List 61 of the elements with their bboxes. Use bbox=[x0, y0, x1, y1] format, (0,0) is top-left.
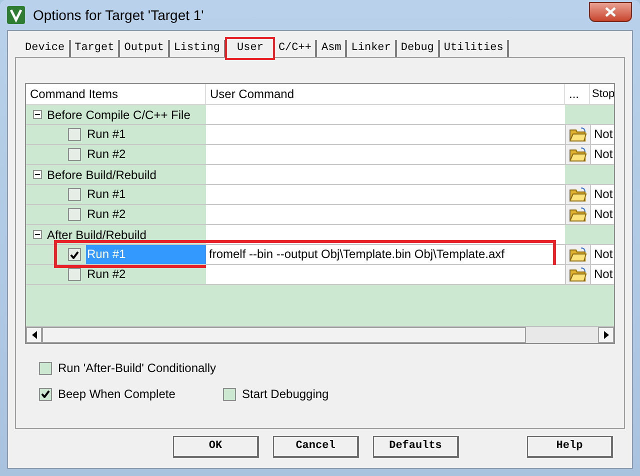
row-label[interactable]: Run #1 bbox=[86, 185, 206, 204]
scroll-left-icon[interactable] bbox=[26, 327, 42, 343]
checkbox[interactable] bbox=[68, 128, 81, 141]
dialog-button[interactable]: OK bbox=[173, 436, 259, 458]
window-title: Options for Target 'Target 1' bbox=[33, 6, 204, 25]
checkbox-label: Start Debugging bbox=[242, 386, 329, 403]
dialog-button[interactable]: Defaults bbox=[373, 436, 459, 458]
checkbox[interactable] bbox=[68, 148, 81, 161]
group-label: Before Build/Rebuild bbox=[47, 166, 156, 184]
collapse-icon[interactable] bbox=[33, 230, 42, 239]
app-logo-icon bbox=[7, 6, 25, 24]
column-header[interactable]: Stop bbox=[590, 84, 614, 104]
close-button[interactable] bbox=[589, 2, 632, 22]
command-cell[interactable] bbox=[206, 265, 565, 284]
folder-icon[interactable] bbox=[569, 207, 587, 222]
dialog-button[interactable]: Help bbox=[527, 436, 613, 458]
checkbox[interactable] bbox=[68, 188, 81, 201]
dialog-button[interactable]: Cancel bbox=[273, 436, 359, 458]
close-icon bbox=[605, 7, 616, 17]
group-label: After Build/Rebuild bbox=[47, 226, 146, 244]
command-cell[interactable] bbox=[206, 145, 565, 164]
row-label[interactable]: Run #1 bbox=[86, 125, 206, 144]
checkbox[interactable] bbox=[68, 208, 81, 221]
command-cell[interactable] bbox=[206, 105, 565, 124]
column-header[interactable]: ... bbox=[565, 84, 590, 104]
collapse-icon[interactable] bbox=[33, 110, 42, 119]
command-cell[interactable] bbox=[206, 185, 565, 204]
highlight-frame bbox=[225, 37, 276, 60]
scrollbar-thumb[interactable] bbox=[42, 327, 526, 343]
row-label[interactable]: Run #2 bbox=[86, 205, 206, 224]
checkbox[interactable] bbox=[39, 362, 52, 374]
group-label: Before Compile C/C++ File bbox=[47, 106, 190, 124]
checkbox[interactable] bbox=[68, 248, 81, 261]
stop-cell[interactable]: Not bbox=[590, 245, 614, 264]
checkbox[interactable] bbox=[223, 388, 236, 400]
command-cell[interactable]: fromelf --bin --output Obj\Template.bin Obj\Template.axf bbox=[206, 245, 565, 264]
horizontal-scrollbar[interactable] bbox=[26, 326, 614, 343]
folder-icon[interactable] bbox=[569, 127, 587, 142]
folder-icon[interactable] bbox=[569, 187, 587, 202]
stop-cell[interactable]: Not bbox=[590, 145, 614, 164]
folder-icon[interactable] bbox=[569, 147, 587, 162]
command-cell[interactable] bbox=[206, 205, 565, 224]
tab[interactable]: User bbox=[226, 38, 274, 58]
column-header[interactable]: Command Items bbox=[26, 84, 206, 104]
checkbox[interactable] bbox=[68, 268, 81, 281]
checkbox-label: Run 'After-Build' Conditionally bbox=[58, 360, 216, 377]
command-cell[interactable] bbox=[206, 125, 565, 144]
stop-cell[interactable]: Not bbox=[590, 265, 614, 284]
column-header[interactable]: User Command bbox=[206, 84, 565, 104]
scroll-right-icon[interactable] bbox=[598, 327, 614, 343]
collapse-icon[interactable] bbox=[33, 170, 42, 179]
stop-cell[interactable]: Not bbox=[590, 125, 614, 144]
folder-icon[interactable] bbox=[569, 267, 587, 282]
row-label[interactable]: Run #2 bbox=[86, 265, 206, 284]
folder-icon[interactable] bbox=[569, 247, 587, 262]
row-label[interactable]: Run #2 bbox=[86, 145, 206, 164]
checkbox-label: Beep When Complete bbox=[58, 386, 176, 403]
command-cell[interactable] bbox=[206, 165, 565, 184]
stop-cell[interactable]: Not bbox=[590, 185, 614, 204]
stop-cell[interactable]: Not bbox=[590, 205, 614, 224]
checkbox[interactable] bbox=[39, 388, 52, 400]
